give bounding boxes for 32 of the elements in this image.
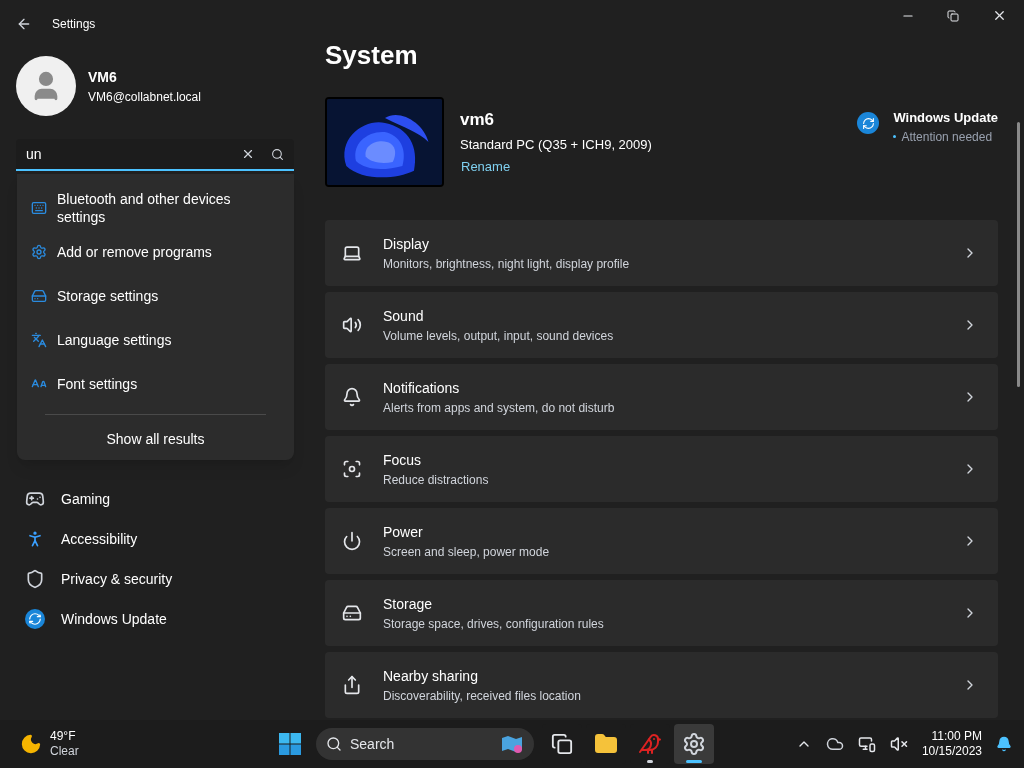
weather-condition: Clear <box>50 744 79 759</box>
settings-card[interactable]: Sound Volume levels, output, input, sound devices <box>325 292 998 358</box>
taskbar-search[interactable]: Search <box>316 728 534 760</box>
user-name: VM6 <box>88 67 118 87</box>
update-title[interactable]: Windows Update <box>893 108 998 128</box>
nav-item[interactable]: Windows Update <box>25 601 310 637</box>
device-model: Standard PC (Q35 + ICH9, 2009) <box>460 135 652 154</box>
settings-card[interactable]: Display Monitors, brightness, night light, display profile <box>325 220 998 286</box>
rename-link[interactable]: Rename <box>461 157 652 177</box>
suggestion-item[interactable]: Add or remove programs <box>17 230 294 274</box>
suggestion-item[interactable]: Storage settings <box>17 274 294 318</box>
settings-card[interactable]: Nearby sharing Discoverability, received files location <box>325 652 998 718</box>
suggestion-item[interactable]: Font settings <box>17 362 294 406</box>
settings-card[interactable]: Storage Storage space, drives, configuration rules <box>325 580 998 646</box>
settings-card[interactable]: Notifications Alerts from apps and system, do not disturb <box>325 364 998 430</box>
weather-temperature: 49°F <box>50 729 77 744</box>
nav-item[interactable]: Privacy & security <box>25 561 310 597</box>
search-field[interactable]: un <box>16 139 294 171</box>
show-all-results-button[interactable]: Show all results <box>17 415 294 450</box>
suggestion-item[interactable]: Bluetooth and other devices settings <box>17 186 294 230</box>
update-status: Attention needed <box>901 128 993 146</box>
settings-card[interactable]: Power Screen and sleep, power mode <box>325 508 998 574</box>
page-title: System <box>325 39 419 72</box>
nav-item[interactable]: Accessibility <box>25 521 310 557</box>
clock-date: 10/15/2023 <box>921 744 982 759</box>
clock-time: 11:00 PM <box>931 729 982 744</box>
suggestion-item[interactable]: Language settings <box>17 318 294 362</box>
device-name: vm6 <box>460 109 496 132</box>
nav-item[interactable]: Gaming <box>25 481 310 517</box>
user-email: VM6@collabnet.local <box>88 88 201 106</box>
window-title: Settings <box>52 16 96 33</box>
settings-card[interactable]: Focus Reduce distractions <box>325 436 998 502</box>
